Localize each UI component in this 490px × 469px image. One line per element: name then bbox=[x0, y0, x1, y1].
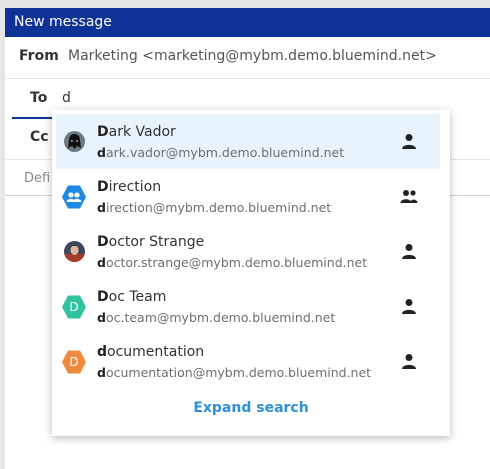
group-avatar-icon bbox=[62, 185, 86, 209]
suggestion-item[interactable]: D documentation documentation@mybm.demo.… bbox=[56, 334, 440, 389]
suggestion-name: Doctor Strange bbox=[97, 234, 205, 250]
suggestion-item[interactable]: Doctor Strange doctor.strange@mybm.demo.… bbox=[56, 224, 440, 279]
person-icon bbox=[402, 244, 416, 259]
suggestion-email: dark.vador@mybm.demo.bluemind.net bbox=[97, 145, 345, 160]
suggestion-name: documentation bbox=[97, 344, 205, 360]
person-icon bbox=[402, 134, 416, 149]
suggestion-item[interactable]: Dark Vador dark.vador@mybm.demo.bluemind… bbox=[56, 114, 440, 169]
suggestion-email: documentation@mybm.demo.bluemind.net bbox=[97, 365, 372, 380]
group-icon bbox=[400, 190, 418, 203]
from-label: From bbox=[19, 48, 59, 64]
letter-avatar: D bbox=[62, 350, 86, 374]
suggestion-email: doc.team@mybm.demo.bluemind.net bbox=[97, 310, 336, 325]
from-row: From Marketing <marketing@mybm.demo.blue… bbox=[5, 37, 490, 75]
letter-avatar: D bbox=[62, 295, 86, 319]
subject-input[interactable]: Defi bbox=[24, 160, 50, 197]
suggestion-item[interactable]: D Doc Team doc.team@mybm.demo.bluemind.n… bbox=[56, 279, 440, 334]
suggestion-item[interactable]: Direction direction@mybm.demo.bluemind.n… bbox=[56, 169, 440, 224]
person-icon bbox=[402, 299, 416, 314]
suggestion-email: direction@mybm.demo.bluemind.net bbox=[97, 200, 332, 215]
doctor-strange-avatar bbox=[64, 241, 85, 262]
window-title: New message bbox=[5, 8, 490, 37]
from-select[interactable]: Marketing <marketing@mybm.demo.bluemind.… bbox=[68, 37, 437, 75]
to-label: To bbox=[30, 90, 48, 106]
suggestion-name: Dark Vador bbox=[97, 124, 176, 140]
dark-vador-avatar bbox=[64, 131, 85, 152]
expand-search-link[interactable]: Expand search bbox=[52, 400, 450, 416]
cc-label[interactable]: Cc bbox=[30, 118, 49, 156]
background-strip-top bbox=[0, 0, 490, 8]
recipient-suggestions-dropdown: Dark Vador dark.vador@mybm.demo.bluemind… bbox=[52, 110, 450, 436]
suggestion-email: doctor.strange@mybm.demo.bluemind.net bbox=[97, 255, 368, 270]
person-icon bbox=[402, 354, 416, 369]
suggestion-name: Direction bbox=[97, 179, 162, 195]
suggestion-name: Doc Team bbox=[97, 289, 167, 305]
